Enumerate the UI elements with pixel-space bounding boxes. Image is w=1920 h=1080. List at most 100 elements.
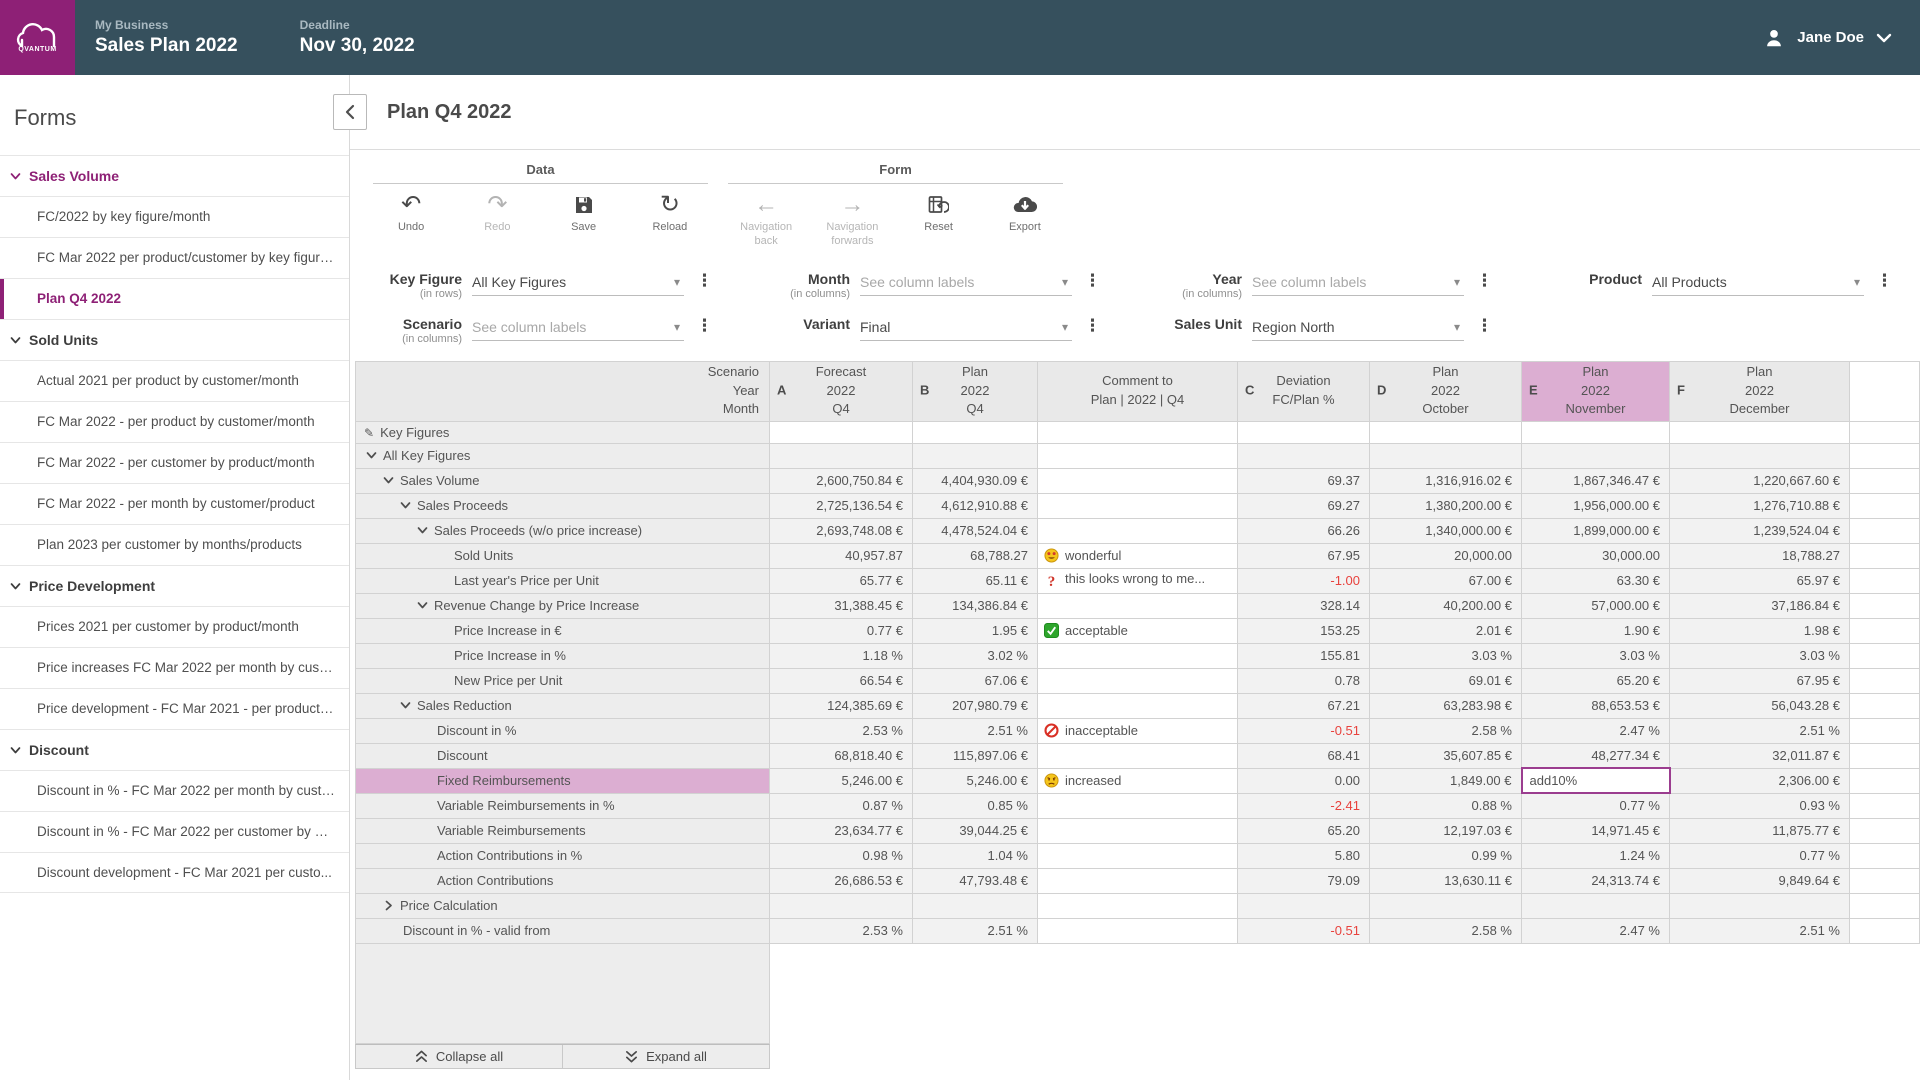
key-figures-dimension-cell[interactable]: ✎Key Figures <box>356 421 770 443</box>
cell-plan-december[interactable] <box>1670 893 1850 918</box>
cell-plan-q4[interactable]: 68,788.27 <box>913 543 1038 568</box>
variant-dropdown[interactable]: Final▾ <box>860 314 1072 341</box>
cell-plan-november[interactable]: 30,000.00 <box>1522 543 1670 568</box>
cell-plan-november[interactable]: 48,277.34 € <box>1522 743 1670 768</box>
cell-plan-q4[interactable]: 3.02 % <box>913 643 1038 668</box>
product-dropdown[interactable]: All Products▾ <box>1652 269 1864 296</box>
row-label-variable-reimbursements[interactable]: Variable Reimbursements <box>356 818 770 843</box>
cell-comment[interactable]: wonderful <box>1038 543 1238 568</box>
scenario-dropdown[interactable]: See column labels▾ <box>472 314 684 341</box>
cell-plan-october[interactable]: 0.88 % <box>1370 793 1522 818</box>
cell-plan-december[interactable]: 67.95 € <box>1670 668 1850 693</box>
cell-plan-october[interactable]: 3.03 % <box>1370 643 1522 668</box>
cell-comment[interactable] <box>1038 493 1238 518</box>
cell-comment[interactable] <box>1038 818 1238 843</box>
kebab-menu-icon[interactable]: ⋮ <box>684 314 713 334</box>
sidebar-item-fc-mar-2022-per-customer-by-product-mont[interactable]: FC Mar 2022 - per customer by product/mo… <box>0 442 349 483</box>
reset-button[interactable]: Reset <box>896 184 982 249</box>
year-dropdown[interactable]: See column labels▾ <box>1252 269 1464 296</box>
cell-plan-november[interactable]: 65.20 € <box>1522 668 1670 693</box>
cell-plan-december[interactable]: 1,220,667.60 € <box>1670 468 1850 493</box>
cell-comment[interactable] <box>1038 793 1238 818</box>
row-label-price-calculation[interactable]: Price Calculation <box>356 893 770 918</box>
cell-comment[interactable]: acceptable <box>1038 618 1238 643</box>
cell-comment[interactable] <box>1038 668 1238 693</box>
kebab-menu-icon[interactable]: ⋮ <box>1464 269 1493 289</box>
column-header-e[interactable]: EPlan2022November <box>1522 361 1670 421</box>
cell-comment[interactable]: inacceptable <box>1038 718 1238 743</box>
cell-forecast-q4[interactable]: 31,388.45 € <box>770 593 913 618</box>
row-label-price-increase-in-[interactable]: Price Increase in % <box>356 643 770 668</box>
cell-plan-december[interactable]: 3.03 % <box>1670 643 1850 668</box>
cell-plan-q4[interactable]: 4,612,910.88 € <box>913 493 1038 518</box>
sidebar-item-fc-2022-by-key-figure-month[interactable]: FC/2022 by key figure/month <box>0 196 349 237</box>
row-label-new-price-per-unit[interactable]: New Price per Unit <box>356 668 770 693</box>
cell-plan-october[interactable]: 13,630.11 € <box>1370 868 1522 893</box>
cell-forecast-q4[interactable]: 0.98 % <box>770 843 913 868</box>
sidebar-item-fc-mar-2022-per-product-by-customer-mont[interactable]: FC Mar 2022 - per product by customer/mo… <box>0 401 349 442</box>
cell-comment[interactable]: ?this looks wrong to me... <box>1038 568 1238 593</box>
cell-forecast-q4[interactable]: 2.53 % <box>770 918 913 943</box>
cell-forecast-q4[interactable]: 65.77 € <box>770 568 913 593</box>
cell-plan-december[interactable]: 0.77 % <box>1670 843 1850 868</box>
cell-plan-october[interactable]: 2.01 € <box>1370 618 1522 643</box>
cell-plan-q4[interactable]: 115,897.06 € <box>913 743 1038 768</box>
cell-plan-november[interactable]: 0.77 % <box>1522 793 1670 818</box>
cell-plan-q4[interactable]: 65.11 € <box>913 568 1038 593</box>
cell-plan-november[interactable]: 1.90 € <box>1522 618 1670 643</box>
cell-forecast-q4[interactable] <box>770 893 913 918</box>
cell-plan-november[interactable]: 14,971.45 € <box>1522 818 1670 843</box>
sidebar-item-discount-in-fc-mar-2022-per-customer-by-[interactable]: Discount in % - FC Mar 2022 per customer… <box>0 811 349 852</box>
cell-comment[interactable] <box>1038 918 1238 943</box>
cell-plan-q4[interactable]: 5,246.00 € <box>913 768 1038 793</box>
row-label-action-contributions-in-[interactable]: Action Contributions in % <box>356 843 770 868</box>
cell-comment[interactable] <box>1038 843 1238 868</box>
row-label-sold-units[interactable]: Sold Units <box>356 543 770 568</box>
sidebar-item-fc-mar-2022-per-product-customer-by-key-[interactable]: FC Mar 2022 per product/customer by key … <box>0 237 349 278</box>
column-header-d[interactable]: DPlan2022October <box>1370 361 1522 421</box>
cell-comment[interactable] <box>1038 868 1238 893</box>
key-figure-dropdown[interactable]: All Key Figures▾ <box>472 269 684 296</box>
cell-plan-october[interactable]: 12,197.03 € <box>1370 818 1522 843</box>
sidebar-item-plan-2023-per-customer-by-months-product[interactable]: Plan 2023 per customer by months/product… <box>0 524 349 565</box>
sidebar-item-discount-in-fc-mar-2022-per-month-by-cus[interactable]: Discount in % - FC Mar 2022 per month by… <box>0 770 349 811</box>
cell-comment[interactable] <box>1038 743 1238 768</box>
row-label-action-contributions[interactable]: Action Contributions <box>356 868 770 893</box>
cell-forecast-q4[interactable]: 2,600,750.84 € <box>770 468 913 493</box>
export-button[interactable]: Export <box>982 184 1068 249</box>
column-header-c[interactable]: CDeviationFC/Plan % <box>1238 361 1370 421</box>
back-button[interactable] <box>333 94 367 130</box>
save-button[interactable]: Save <box>541 184 627 235</box>
cell-plan-november[interactable]: 2.47 % <box>1522 718 1670 743</box>
cell-comment[interactable] <box>1038 593 1238 618</box>
sidebar-section-sales-volume[interactable]: Sales Volume <box>0 155 349 196</box>
cell-comment[interactable] <box>1038 693 1238 718</box>
cell-plan-q4[interactable]: 67.06 € <box>913 668 1038 693</box>
cell-plan-q4[interactable]: 47,793.48 € <box>913 868 1038 893</box>
cell-plan-october[interactable]: 63,283.98 € <box>1370 693 1522 718</box>
cell-plan-q4[interactable]: 2.51 % <box>913 918 1038 943</box>
cell-plan-october[interactable] <box>1370 443 1522 468</box>
cell-plan-december[interactable]: 11,875.77 € <box>1670 818 1850 843</box>
cell-plan-october[interactable]: 69.01 € <box>1370 668 1522 693</box>
sales-unit-dropdown[interactable]: Region North▾ <box>1252 314 1464 341</box>
kebab-menu-icon[interactable]: ⋮ <box>684 269 713 289</box>
cell-plan-november[interactable]: 1,867,346.47 € <box>1522 468 1670 493</box>
cell-comment[interactable]: increased <box>1038 768 1238 793</box>
cell-plan-q4[interactable]: 2.51 % <box>913 718 1038 743</box>
row-label-discount[interactable]: Discount <box>356 743 770 768</box>
row-label-fixed-reimbursements[interactable]: Fixed Reimbursements <box>356 768 770 793</box>
cell-forecast-q4[interactable]: 2.53 % <box>770 718 913 743</box>
row-label-discount-in-valid-from[interactable]: Discount in % - valid from <box>356 918 770 943</box>
sidebar-section-discount[interactable]: Discount <box>0 729 349 770</box>
kebab-menu-icon[interactable]: ⋮ <box>1072 269 1101 289</box>
kebab-menu-icon[interactable]: ⋮ <box>1072 314 1101 334</box>
sidebar-item-price-increases-fc-mar-2022-per-month-by[interactable]: Price increases FC Mar 2022 per month by… <box>0 647 349 688</box>
cell-plan-december[interactable]: 2.51 % <box>1670 918 1850 943</box>
cell-plan-december[interactable]: 32,011.87 € <box>1670 743 1850 768</box>
sidebar-item-price-development-fc-mar-2021-per-produc[interactable]: Price development - FC Mar 2021 - per pr… <box>0 688 349 729</box>
cell-forecast-q4[interactable]: 2,693,748.08 € <box>770 518 913 543</box>
cell-forecast-q4[interactable]: 0.87 % <box>770 793 913 818</box>
row-label-sales-reduction[interactable]: Sales Reduction <box>356 693 770 718</box>
row-label-variable-reimbursements-in-[interactable]: Variable Reimbursements in % <box>356 793 770 818</box>
